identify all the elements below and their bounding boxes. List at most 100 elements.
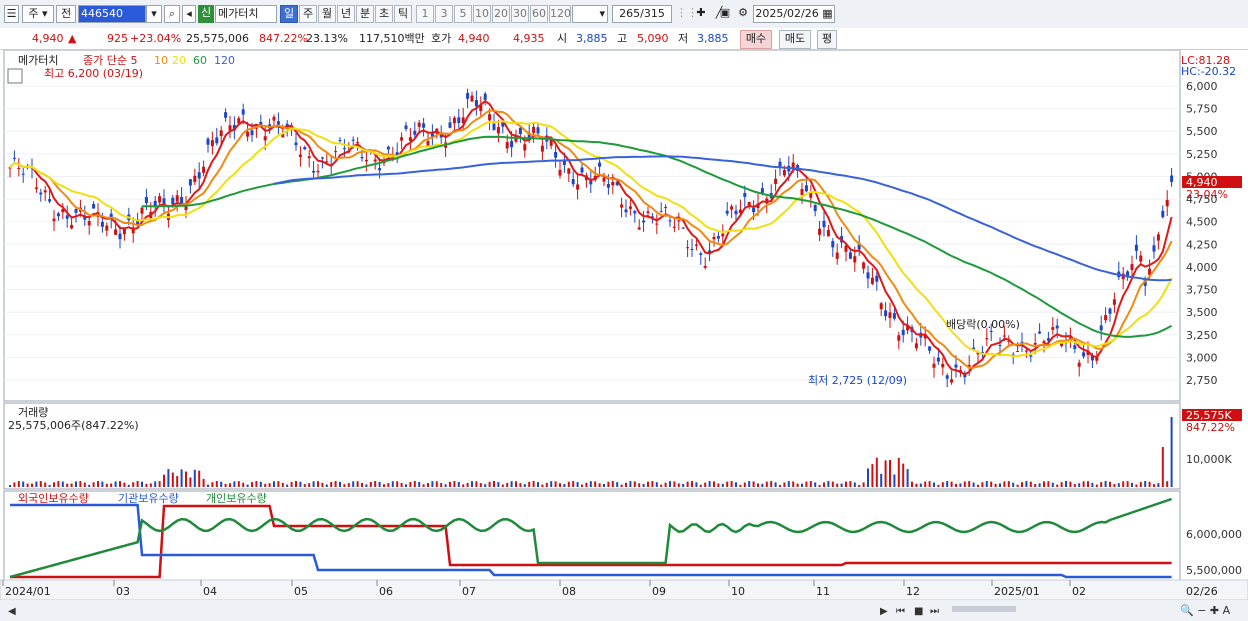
volume-bar	[1157, 483, 1160, 487]
volume-bar	[312, 481, 315, 487]
volume-bar	[660, 484, 663, 487]
volume-bar	[268, 483, 271, 487]
candle-body	[1165, 199, 1169, 207]
candle-body	[848, 252, 852, 259]
price-tick-label: 3,250	[1186, 329, 1218, 342]
volume-bar	[1170, 417, 1173, 487]
speaker-icon[interactable]: ◂	[182, 5, 196, 23]
volume-bar	[695, 482, 698, 487]
mode-select-1[interactable]: 주 ▾	[22, 5, 54, 23]
volume-bar	[158, 481, 161, 487]
candle-body	[725, 210, 729, 214]
candle-body	[628, 206, 632, 209]
buy-button[interactable]: 매수	[740, 30, 772, 49]
interval-20[interactable]: 20	[492, 5, 510, 23]
last-price: 4,940	[32, 32, 64, 45]
period-month[interactable]: 월	[318, 5, 336, 23]
sell-button[interactable]: 매도	[779, 30, 811, 49]
candle-body	[294, 142, 298, 146]
candle-body	[1161, 210, 1165, 218]
candle-body	[1033, 342, 1037, 345]
cross-icon[interactable]: ✚	[694, 5, 708, 23]
candle-body	[351, 139, 355, 141]
volume-bar	[497, 482, 500, 487]
period-week[interactable]: 주	[299, 5, 317, 23]
x-axis-label: 03	[116, 585, 130, 598]
volume-bar	[330, 482, 333, 487]
interval-custom-select[interactable]: ▾	[572, 5, 608, 23]
data-count-field[interactable]: 265/315	[612, 5, 672, 23]
volume-bar	[704, 482, 707, 487]
interval-60[interactable]: 60	[530, 5, 548, 23]
volume-bar	[1117, 483, 1120, 487]
volume-bar	[748, 481, 751, 487]
volume-bar	[523, 484, 526, 487]
volume-bar	[1100, 482, 1103, 487]
volume-bar	[365, 484, 368, 487]
mode-select-2[interactable]: 전	[56, 5, 76, 23]
candle-body	[1002, 335, 1006, 337]
volume-bar	[589, 481, 592, 487]
menu-icon[interactable]: ☰	[4, 5, 19, 23]
volume-bar	[215, 481, 218, 487]
interval-1[interactable]: 1	[416, 5, 434, 23]
volume-bar	[897, 457, 900, 487]
period-tick[interactable]: 틱	[394, 5, 412, 23]
average-button[interactable]: 평	[817, 30, 837, 49]
volume-bar	[44, 482, 47, 487]
candle-body	[664, 206, 668, 208]
candle-body	[782, 169, 786, 176]
volume-bar	[479, 483, 482, 487]
volume-bar	[185, 471, 187, 487]
candle-body	[373, 159, 377, 162]
volume-bar	[457, 481, 460, 487]
interval-10[interactable]: 10	[473, 5, 491, 23]
price-tick-label: 5,500	[1186, 125, 1218, 138]
volume-bar	[770, 481, 773, 487]
gear-icon[interactable]: ⚙	[736, 5, 750, 23]
interval-120[interactable]: 120	[549, 5, 571, 23]
candle-body	[866, 272, 870, 279]
volume-bar	[594, 481, 597, 487]
volume-bar	[959, 483, 962, 487]
volume-bar	[827, 481, 830, 487]
volume-bar	[853, 482, 856, 487]
volume-bar	[633, 481, 636, 487]
volume-bar	[576, 482, 579, 487]
candle-body	[1156, 234, 1160, 241]
holders-legend-0: 외국인보유수량	[18, 492, 89, 505]
volume-bar	[110, 483, 113, 487]
volume-bar	[26, 483, 29, 487]
period-minute[interactable]: 분	[356, 5, 374, 23]
period-day[interactable]: 일	[280, 5, 298, 23]
volume-bar	[563, 484, 566, 487]
code-dropdown-icon[interactable]: ▾	[146, 5, 162, 23]
volume-bar	[677, 483, 680, 487]
volume-value: 25,575,006	[186, 32, 249, 45]
period-year[interactable]: 년	[337, 5, 355, 23]
period-second[interactable]: 초	[375, 5, 393, 23]
date-field[interactable]: 2025/02/26 ▦	[753, 5, 835, 23]
candle-body	[637, 227, 641, 230]
candle-body	[224, 112, 228, 118]
volume-bar	[383, 484, 385, 487]
volume-bar	[620, 484, 623, 487]
interval-5[interactable]: 5	[454, 5, 472, 23]
volume-bar	[999, 483, 1001, 487]
search-icon[interactable]: ⌕	[164, 5, 180, 23]
candle-body	[316, 170, 320, 173]
interval-30[interactable]: 30	[511, 5, 529, 23]
low-label: 저	[678, 32, 689, 45]
grid-icon[interactable]: ⋮⋮	[676, 5, 698, 23]
stock-code-input[interactable]: 446540	[78, 5, 146, 23]
candle-body	[950, 379, 954, 383]
volume-bar	[13, 482, 16, 487]
volume-bar	[471, 481, 473, 487]
chart-area[interactable]: 6,0005,7505,5005,2505,0004,7504,5004,250…	[0, 50, 1248, 621]
volume-bar	[97, 481, 99, 487]
date-text: 2025/02/26	[755, 7, 819, 20]
interval-3[interactable]: 3	[435, 5, 453, 23]
save-icon[interactable]: ▣	[718, 5, 732, 23]
volume-bar	[1148, 481, 1151, 487]
candle-body	[378, 168, 382, 171]
